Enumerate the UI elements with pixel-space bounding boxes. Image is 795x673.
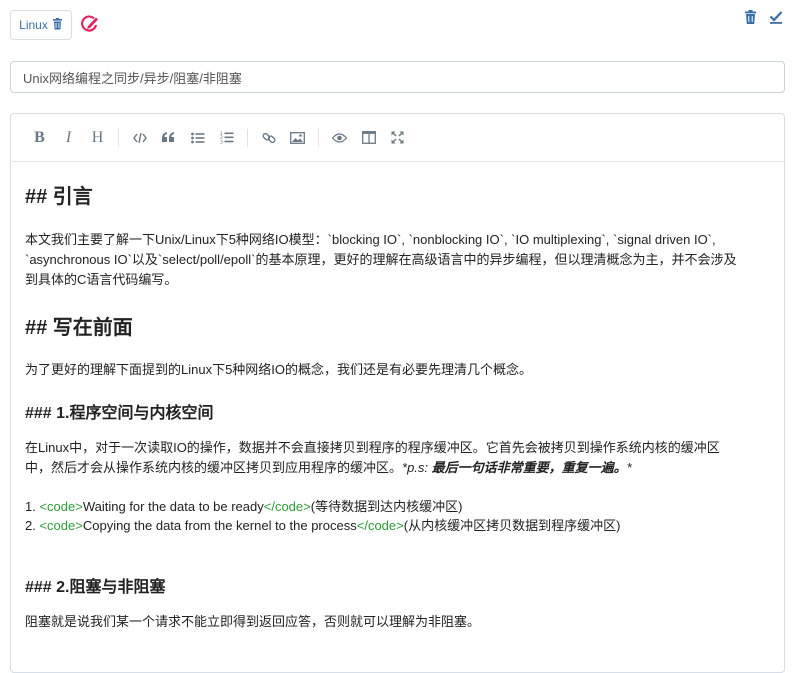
code-close-tag: </code>	[356, 518, 404, 533]
list-item-note: (等待数据到达内核缓冲区)	[310, 499, 463, 514]
unordered-list-icon[interactable]	[183, 125, 212, 151]
list-item-note: (从内核缓冲区拷贝数据到程序缓冲区)	[403, 518, 621, 533]
code-text: Copying the data from the kernel to the …	[82, 518, 357, 533]
paragraph-space-line-1: 在Linux中，对于一次读取IO的操作，数据并不会直接拷贝到程序的程序缓冲区。它…	[25, 440, 720, 455]
markdown-editor: B I H 123 ## 引言 本文我们主要了解一下Unix/Linux下5种网…	[10, 113, 785, 673]
heading-button[interactable]: H	[83, 125, 112, 151]
image-icon[interactable]	[283, 125, 312, 151]
bold-button[interactable]: B	[25, 125, 54, 151]
toolbar-divider	[318, 128, 319, 147]
code-open-tag: <code>	[39, 518, 83, 533]
list-item-number: 1.	[25, 499, 40, 514]
delete-icon[interactable]	[744, 10, 757, 24]
edit-tag-icon[interactable]	[80, 14, 100, 34]
paragraph-intro-line-3: 到具体的C语言代码编写。	[25, 272, 178, 287]
list-item-1: 1. <code>Waiting for the data to be read…	[25, 497, 775, 517]
heading-blocking: ### 2.阻塞与非阻塞	[25, 579, 166, 596]
editor-toolbar: B I H 123	[11, 114, 784, 162]
side-by-side-icon[interactable]	[354, 125, 383, 151]
list-item-2: 2. <code>Copying the data from the kerne…	[25, 516, 775, 536]
code-icon[interactable]	[125, 125, 154, 151]
paragraph-blocking: 阻塞就是说我们某一个请求不能立即得到返回应答，否则就可以理解为非阻塞。	[25, 614, 481, 629]
paragraph-space-line-2: 中，然后才会从操作系统内核的缓冲区拷贝到应用程序的缓冲区。*p.s: 最后一句话…	[25, 458, 775, 478]
italic-button[interactable]: I	[54, 125, 83, 151]
code-close-tag: </code>	[263, 499, 311, 514]
code-text: Waiting for the data to be ready	[82, 499, 264, 514]
toolbar-divider	[118, 128, 119, 147]
toolbar-divider	[247, 128, 248, 147]
paragraph-space-text: 中，然后才会从操作系统内核的缓冲区拷贝到应用程序的缓冲区。	[25, 460, 403, 475]
list-item-number: 2.	[25, 518, 40, 533]
ps-prefix: *p.s:	[402, 460, 432, 475]
svg-text:3: 3	[220, 140, 223, 145]
fullscreen-icon[interactable]	[383, 125, 412, 151]
heading-front: ## 写在前面	[25, 317, 133, 339]
paragraph-intro-line-2: `asynchronous IO`以及`select/poll/epoll`的基…	[25, 252, 737, 267]
paragraph-front: 为了更好的理解下面提到的Linux下5种网络IO的概念，我们还是有必要先理清几个…	[25, 362, 533, 377]
ps-suffix: *	[626, 460, 632, 475]
ps-emphasis: 最后一句话非常重要，重复一遍。	[431, 460, 627, 475]
quote-icon[interactable]	[154, 125, 183, 151]
preview-eye-icon[interactable]	[325, 125, 354, 151]
ordered-list-icon[interactable]: 123	[212, 125, 241, 151]
trash-icon[interactable]	[52, 17, 63, 33]
tag-label: Linux	[19, 18, 48, 32]
paragraph-intro-line-1: 本文我们主要了解一下Unix/Linux下5种网络IO模型：`blocking …	[25, 232, 716, 247]
heading-intro: ## 引言	[25, 186, 93, 208]
heading-program-space: ### 1.程序空间与内核空间	[25, 405, 214, 422]
link-icon[interactable]	[254, 125, 283, 151]
code-open-tag: <code>	[39, 499, 83, 514]
save-check-icon[interactable]	[769, 10, 783, 24]
tag-linux[interactable]: Linux	[10, 10, 72, 40]
title-input[interactable]	[10, 61, 785, 93]
